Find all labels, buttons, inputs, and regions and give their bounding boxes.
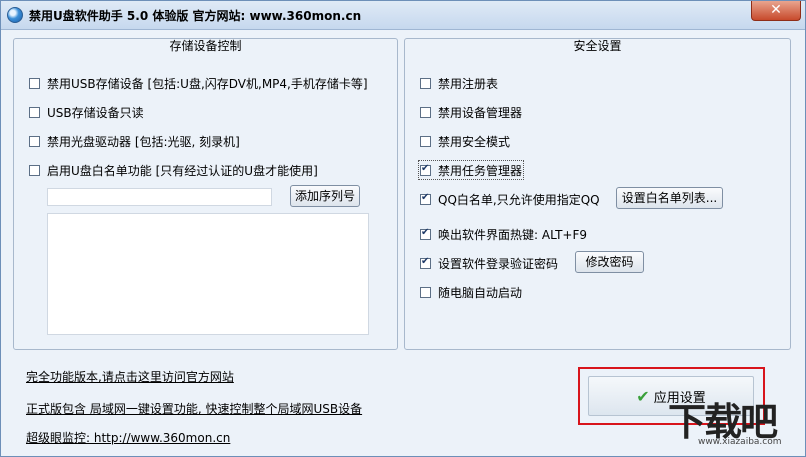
- checkbox-box[interactable]: [420, 163, 431, 176]
- monitor-link[interactable]: 超级眼监控: http://www.360mon.cn: [26, 429, 230, 446]
- checkbox-usb-readonly[interactable]: USB存储设备只读: [29, 104, 144, 120]
- lan-feature-link[interactable]: 正式版包含 局域网一键设置功能, 快速控制整个局域网USB设备: [26, 400, 362, 417]
- window-title: 禁用U盘软件助手 5.0 体验版 官方网站: www.360mon.cn: [29, 9, 362, 23]
- checkbox-disable-registry[interactable]: 禁用注册表: [420, 75, 498, 91]
- checkbox-disable-safe-mode[interactable]: 禁用安全模式: [420, 133, 510, 149]
- serial-number-input[interactable]: [47, 188, 272, 206]
- title-bar[interactable]: 禁用U盘软件助手 5.0 体验版 官方网站: www.360mon.cn ✕: [1, 1, 805, 30]
- checkbox-box[interactable]: [29, 164, 40, 176]
- checkbox-label: USB存储设备只读: [47, 105, 144, 120]
- site-watermark: 下载吧 www.xiazaiba.com: [668, 391, 804, 455]
- watermark-url: www.xiazaiba.com: [698, 437, 782, 447]
- security-group-title: 安全设置: [573, 39, 622, 53]
- checkbox-label: 禁用设备管理器: [438, 105, 523, 120]
- checkbox-disable-usb-storage[interactable]: 禁用USB存储设备 [包括:U盘,闪存DV机,MP4,手机存储卡等]: [29, 75, 368, 91]
- checkbox-autostart[interactable]: 随电脑自动启动: [420, 284, 522, 300]
- serial-list-box[interactable]: [47, 213, 369, 335]
- checkbox-disable-device-manager[interactable]: 禁用设备管理器: [420, 104, 522, 120]
- checkbox-hotkey[interactable]: 唤出软件界面热键: ALT+F9: [420, 226, 587, 242]
- checkbox-label: 唤出软件界面热键: ALT+F9: [438, 227, 588, 242]
- checkbox-box[interactable]: [420, 192, 431, 205]
- full-version-link[interactable]: 完全功能版本,请点击这里访问官方网站: [26, 368, 234, 385]
- checkbox-disable-task-manager[interactable]: 禁用任务管理器: [417, 160, 525, 180]
- change-password-button[interactable]: 修改密码: [575, 251, 644, 273]
- checkbox-enable-usb-whitelist[interactable]: 启用U盘白名单功能 [只有经过认证的U盘才能使用]: [29, 162, 318, 178]
- checkbox-box[interactable]: [420, 106, 431, 118]
- add-serial-button[interactable]: 添加序列号: [290, 185, 360, 207]
- checkbox-label: 禁用光盘驱动器 [包括:光驱, 刻录机]: [47, 134, 240, 149]
- app-icon: [7, 7, 23, 23]
- checkbox-label: 禁用注册表: [438, 76, 499, 91]
- close-button[interactable]: ✕: [751, 1, 801, 21]
- checkbox-label: 设置软件登录验证密码: [438, 256, 559, 271]
- checkbox-box[interactable]: [420, 286, 431, 298]
- checkbox-label: 随电脑自动启动: [438, 285, 523, 300]
- checkbox-label: 禁用USB存储设备 [包括:U盘,闪存DV机,MP4,手机存储卡等]: [47, 76, 368, 91]
- checkbox-box[interactable]: [420, 77, 431, 89]
- security-settings-group: 安全设置 禁用注册表 禁用设备管理器 禁用安全模式 禁用任务管理器 QQ白名单,…: [404, 38, 791, 350]
- storage-group-title: 存储设备控制: [169, 39, 242, 53]
- checkbox-disable-optical-drive[interactable]: 禁用光盘驱动器 [包括:光驱, 刻录机]: [29, 133, 240, 149]
- checkbox-box[interactable]: [29, 106, 40, 118]
- checkbox-box[interactable]: [420, 256, 431, 269]
- checkbox-box[interactable]: [420, 135, 431, 147]
- checkbox-label: 启用U盘白名单功能 [只有经过认证的U盘才能使用]: [47, 163, 318, 178]
- checkbox-label: QQ白名单,只允许使用指定QQ: [438, 192, 600, 207]
- set-whitelist-button[interactable]: 设置白名单列表...: [616, 187, 723, 209]
- checkbox-box[interactable]: [29, 77, 40, 89]
- checkbox-qq-whitelist[interactable]: QQ白名单,只允许使用指定QQ: [420, 191, 600, 207]
- checkbox-login-password[interactable]: 设置软件登录验证密码: [420, 255, 558, 271]
- checkbox-box[interactable]: [420, 227, 431, 240]
- checkbox-box[interactable]: [29, 135, 40, 147]
- storage-control-group: 存储设备控制 禁用USB存储设备 [包括:U盘,闪存DV机,MP4,手机存储卡等…: [13, 38, 398, 350]
- main-window: 禁用U盘软件助手 5.0 体验版 官方网站: www.360mon.cn ✕ 存…: [0, 0, 806, 457]
- checkbox-label: 禁用任务管理器: [438, 163, 523, 178]
- check-icon: ✔: [636, 386, 650, 406]
- checkbox-label: 禁用安全模式: [438, 134, 511, 149]
